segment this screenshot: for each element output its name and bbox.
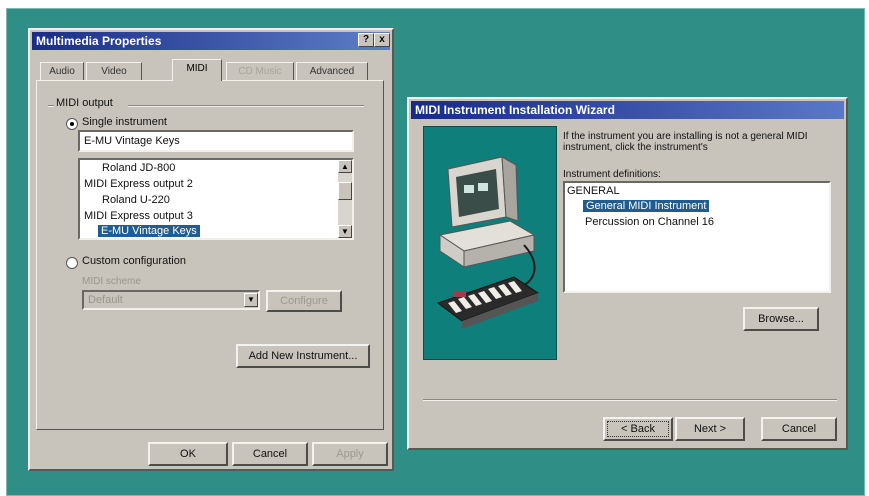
wizard-cancel-label: Cancel — [781, 423, 817, 435]
wizard-description: If the instrument you are installing is … — [563, 131, 808, 153]
ok-button-label: OK — [180, 448, 196, 460]
ok-button[interactable]: OK — [148, 442, 228, 466]
back-button-label: < Back — [621, 423, 655, 435]
midi-installation-wizard: MIDI Instrument Installation Wizard If t… — [407, 97, 848, 450]
tab-cd-music[interactable]: CD Music — [226, 62, 294, 80]
close-icon: x — [379, 34, 385, 45]
apply-button[interactable]: Apply — [312, 442, 388, 466]
apply-button-label: Apply — [336, 448, 364, 460]
single-instrument-radio[interactable] — [66, 118, 78, 130]
instrument-definitions-label: Instrument definitions: — [563, 169, 661, 180]
add-new-instrument-button[interactable]: Add New Instrument... — [236, 344, 370, 368]
help-button[interactable]: ? — [358, 33, 374, 47]
tree-item-selected[interactable]: General MIDI Instrument — [583, 200, 710, 212]
instrument-definitions-tree[interactable]: GENERAL General MIDI Instrument Percussi… — [563, 181, 831, 293]
scheme-dropdown[interactable]: Default ▼ — [82, 290, 260, 310]
wizard-cancel-button[interactable]: Cancel — [761, 417, 837, 441]
computer-keyboard-icon — [436, 156, 540, 329]
cancel-button[interactable]: Cancel — [232, 442, 308, 466]
add-new-instrument-label: Add New Instrument... — [248, 350, 358, 362]
dialog-title: Multimedia Properties — [36, 34, 162, 48]
instrument-list-scrollbar[interactable]: ▲ ▼ — [338, 160, 352, 238]
scroll-up-icon[interactable]: ▲ — [338, 160, 352, 173]
custom-configuration-radio[interactable] — [66, 257, 78, 269]
tab-audio-label: Audio — [49, 66, 75, 77]
list-item[interactable]: MIDI Express output 2 — [84, 178, 193, 190]
help-icon: ? — [362, 34, 370, 45]
tab-video-label: Video — [101, 66, 127, 77]
browse-button-label: Browse... — [758, 313, 804, 325]
tab-advanced-label: Advanced — [309, 66, 355, 77]
group-line — [128, 105, 364, 107]
midi-output-label: MIDI output — [56, 97, 113, 109]
wizard-title: MIDI Instrument Installation Wizard — [415, 103, 615, 117]
tab-video[interactable]: Video — [86, 62, 142, 80]
tab-midi[interactable]: MIDI — [172, 59, 222, 81]
single-instrument-label[interactable]: Single instrument — [82, 116, 167, 128]
list-item[interactable]: MIDI Express output 3 — [84, 210, 193, 222]
tab-midi-label: MIDI — [186, 63, 208, 74]
back-button[interactable]: < Back — [603, 417, 673, 441]
scroll-thumb[interactable] — [338, 182, 352, 200]
tab-cd-music-label: CD Music — [238, 66, 282, 77]
scroll-down-icon[interactable]: ▼ — [338, 225, 352, 238]
tree-item[interactable]: GENERAL — [567, 185, 620, 197]
single-instrument-value: E-MU Vintage Keys — [84, 135, 180, 147]
cancel-button-label: Cancel — [252, 448, 288, 460]
next-button[interactable]: Next > — [675, 417, 745, 441]
wizard-title-bar[interactable]: MIDI Instrument Installation Wizard — [411, 101, 844, 119]
group-line — [48, 105, 54, 107]
configure-button-label: Configure — [280, 295, 328, 307]
custom-configuration-label[interactable]: Custom configuration — [82, 255, 186, 267]
configure-button[interactable]: Configure — [266, 290, 342, 312]
list-item[interactable]: Roland JD-800 — [102, 162, 175, 174]
browse-button[interactable]: Browse... — [743, 307, 819, 331]
multimedia-properties-dialog: Multimedia Properties ? x Audio Video MI… — [28, 28, 394, 471]
next-button-label: Next > — [693, 423, 727, 435]
list-item-selected[interactable]: E-MU Vintage Keys — [98, 225, 200, 237]
computer-keyboard-illustration — [423, 126, 557, 360]
tab-advanced[interactable]: Advanced — [296, 62, 368, 80]
tree-item[interactable]: Percussion on Channel 16 — [585, 216, 714, 228]
wizard-separator — [423, 399, 837, 401]
tab-audio[interactable]: Audio — [40, 62, 84, 80]
multimedia-title-bar[interactable]: Multimedia Properties — [32, 32, 390, 50]
scheme-value: Default — [88, 294, 123, 306]
instrument-list[interactable]: Roland JD-800 MIDI Express output 2 Rola… — [78, 158, 354, 240]
midi-scheme-label: MIDI scheme — [82, 276, 141, 287]
list-item[interactable]: Roland U-220 — [102, 194, 170, 206]
single-instrument-field[interactable]: E-MU Vintage Keys — [78, 130, 354, 152]
close-button[interactable]: x — [374, 33, 390, 47]
chevron-down-icon[interactable]: ▼ — [244, 293, 258, 307]
